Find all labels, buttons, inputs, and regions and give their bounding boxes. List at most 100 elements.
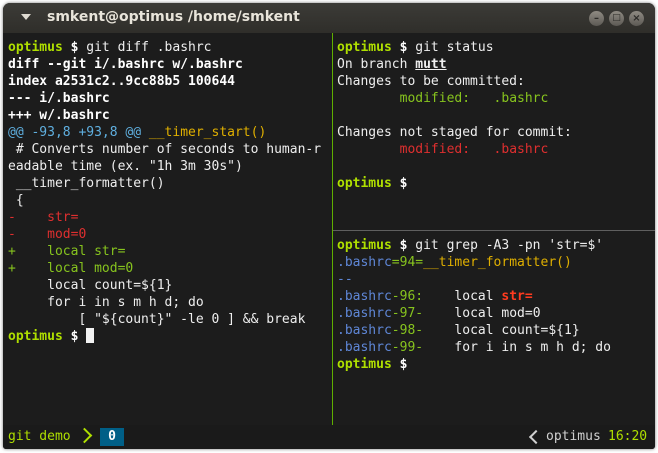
prompt-line: optimus $ — [8, 328, 332, 345]
right-top-pane[interactable]: optimus $ git status On branch mutt Chan… — [337, 39, 655, 229]
grep-context-line: .bashrc-98- local count=${1} — [337, 322, 655, 339]
context-line: __timer_formatter() — [8, 176, 165, 191]
added-line: + local mod=0 — [8, 260, 332, 277]
command-text: git diff .bashrc — [78, 40, 212, 55]
prompt-line: optimus $ — [337, 356, 655, 373]
right-bottom-pane[interactable]: optimus $ git grep -A3 -pn 'str=$' .bash… — [337, 237, 655, 425]
prompt-symbol: $ — [70, 329, 79, 344]
diff-header-line: --- i/.bashrc — [8, 91, 110, 106]
grep-line-num: 98 — [399, 323, 416, 338]
window-menu-icon[interactable] — [21, 14, 31, 20]
grep-pad — [423, 340, 454, 355]
terminal-area[interactable]: optimus $ git diff .bashrc diff --git i/… — [3, 33, 655, 425]
pane-divider-horizontal[interactable] — [333, 230, 655, 231]
grep-file: .bashrc — [337, 323, 392, 338]
removed-text: str= — [15, 210, 79, 225]
command-text: git status — [407, 40, 494, 55]
text-cursor — [86, 328, 95, 343]
unstaged-file-line: modified: .bashrc — [337, 141, 655, 158]
grep-file: .bashrc — [337, 255, 392, 270]
grep-line-num: 97 — [399, 306, 416, 321]
staged-label: modified: — [337, 91, 494, 106]
diff-sign: - — [8, 227, 16, 242]
staged-file-line: modified: .bashrc — [337, 90, 655, 107]
session-name[interactable]: git demo — [8, 429, 71, 444]
removed-line: - str= — [8, 209, 332, 226]
branch-prefix: On branch — [337, 57, 416, 72]
hunk-range: @@ -93,8 +93,8 @@ — [8, 125, 142, 140]
grep-pad — [423, 323, 454, 338]
context-line: [ "${count}" -le 0 ] && break — [8, 312, 306, 327]
prompt-line: optimus $ git status — [337, 39, 655, 56]
window-title: smkent@optimus /home/smkent — [47, 9, 300, 25]
chevron-right-icon — [76, 427, 93, 444]
removed-text: mod=0 — [15, 227, 87, 242]
grep-sep: - — [415, 340, 424, 355]
hunk-header-line: @@ -93,8 +93,8 @@ __timer_start() — [8, 124, 332, 141]
command-text: git grep -A3 -pn 'str=$' — [407, 238, 604, 253]
prompt-line: optimus $ git diff .bashrc — [8, 39, 332, 56]
grep-sep: - — [391, 289, 400, 304]
prompt-symbol: $ — [399, 176, 408, 191]
prompt-symbol: $ — [399, 357, 408, 372]
staged-header: Changes to be committed: — [337, 74, 525, 89]
unstaged-header: Changes not staged for commit: — [337, 125, 572, 140]
prompt-line: optimus $ — [337, 175, 655, 192]
minimize-button[interactable]: – — [589, 11, 604, 26]
prompt-host: optimus — [337, 40, 392, 55]
grep-pad — [423, 289, 454, 304]
grep-match: str= — [501, 289, 533, 304]
context-line: { — [8, 193, 24, 208]
branch-name: mutt — [415, 57, 447, 72]
grep-line-num: 96 — [399, 289, 416, 304]
grep-file: .bashrc — [337, 306, 392, 321]
context-line: eadable time (ex. "1h 3m 30s") — [8, 159, 243, 174]
hunk-context: __timer_start() — [141, 125, 267, 140]
grep-text: local count=${1} — [454, 323, 580, 338]
status-clock: 16:20 — [608, 429, 648, 444]
unstaged-file: .bashrc — [493, 142, 549, 157]
grep-sep: - — [391, 306, 400, 321]
prompt-host: optimus — [8, 40, 63, 55]
staged-file: .bashrc — [493, 91, 549, 106]
grep-group-sep: -- — [337, 272, 353, 287]
prompt-host: optimus — [337, 238, 392, 253]
removed-line: - mod=0 — [8, 226, 332, 243]
added-line: + local str= — [8, 243, 332, 260]
grep-sep: - — [415, 306, 424, 321]
added-text: local str= — [15, 244, 126, 259]
grep-text: local — [454, 289, 502, 304]
status-hostname: optimus — [546, 429, 601, 444]
grep-file: .bashrc — [337, 289, 392, 304]
grep-context-line: .bashrc-97- local mod=0 — [337, 305, 655, 322]
diff-header-line: +++ w/.bashrc — [8, 108, 110, 123]
diff-sign: + — [8, 261, 16, 276]
maximize-button[interactable]: □ — [609, 11, 624, 26]
window-tab-active[interactable]: 0 — [100, 428, 124, 446]
grep-file: .bashrc — [337, 340, 392, 355]
diff-header-line: diff --git i/.bashrc w/.bashrc — [8, 57, 243, 72]
added-text: local mod=0 — [15, 261, 134, 276]
grep-function-line: .bashrc=94=__timer_formatter() — [337, 254, 655, 271]
prompt-host: optimus — [8, 329, 63, 344]
chevron-left-icon — [528, 429, 544, 445]
grep-sep: - — [391, 340, 400, 355]
diff-header-line: index a2531c2..9cc88b5 100644 — [8, 74, 235, 89]
context-line: local count=${1} — [8, 278, 173, 293]
terminal-window: smkent@optimus /home/smkent – □ × optimu… — [3, 3, 655, 449]
grep-text: for i in s m h d; do — [454, 340, 611, 355]
pane-divider-vertical[interactable] — [332, 33, 333, 425]
prompt-host: optimus — [337, 176, 392, 191]
grep-sep: - — [391, 323, 400, 338]
grep-sep: - — [415, 323, 424, 338]
title-bar[interactable]: smkent@optimus /home/smkent – □ × — [3, 3, 655, 33]
close-button[interactable]: × — [629, 11, 644, 26]
context-line: for i in s m h d; do — [8, 295, 204, 310]
grep-match-line: .bashrc-96: local str= — [337, 288, 655, 305]
context-line: # Converts number of seconds to human-r — [8, 142, 322, 157]
grep-pad — [423, 306, 454, 321]
left-pane[interactable]: optimus $ git diff .bashrc diff --git i/… — [8, 39, 332, 425]
grep-function: __timer_formatter() — [423, 255, 572, 270]
